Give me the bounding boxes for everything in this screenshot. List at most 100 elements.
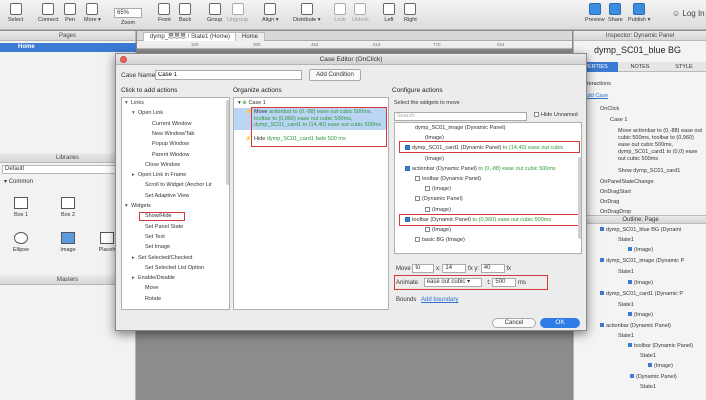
page-item-home[interactable]: Home xyxy=(0,43,136,52)
action-item[interactable]: Parent Window xyxy=(146,152,189,158)
y-fx-button[interactable]: fx xyxy=(506,266,511,272)
event-ondragstart[interactable]: OnDragStart xyxy=(600,189,631,195)
widget-ellipse[interactable]: Ellipse xyxy=(6,232,36,253)
move-y-input[interactable]: 40 xyxy=(480,264,505,273)
outline-item[interactable]: (Image) xyxy=(648,363,673,369)
event-onclick[interactable]: OnClick xyxy=(600,106,619,112)
action-item[interactable]: Move xyxy=(139,285,158,291)
widget-tree-item[interactable]: actionbar (Dynamic Panel) to (0,-88) eas… xyxy=(405,166,556,172)
action-item[interactable]: ▸ Enable/Disable xyxy=(132,275,175,281)
widget-box-1[interactable]: Box 1 xyxy=(6,197,36,218)
action-item[interactable]: ▾ Widgets xyxy=(125,203,151,209)
action-item[interactable]: ▸ Set Selected/Checked xyxy=(132,255,192,261)
action-item[interactable]: Close Window xyxy=(139,162,180,168)
back-button[interactable]: Back xyxy=(179,3,191,23)
widget-tree-item[interactable]: basic BG (Image) xyxy=(415,237,465,243)
outline-item[interactable]: dymp_SC01_card1 (Dynamic P xyxy=(600,291,683,297)
action-item[interactable]: New Window/Tab xyxy=(146,131,195,137)
inspector-widget-title[interactable]: dymp_SC01_blue BG xyxy=(594,45,681,55)
checkbox-icon[interactable] xyxy=(425,186,430,192)
group-button[interactable]: Group xyxy=(207,3,222,23)
close-icon[interactable] xyxy=(120,56,127,63)
hide-unnamed-checkbox[interactable]: Hide Unnamed xyxy=(534,112,578,118)
checkbox-icon[interactable] xyxy=(415,176,420,182)
tab-dymp-state1[interactable]: dymp_思思思 / State1 (Home) xyxy=(143,32,238,41)
checkbox-icon[interactable] xyxy=(425,227,430,233)
add-case-link[interactable]: Add Case xyxy=(584,93,608,99)
action-item[interactable]: Set Adaptive View xyxy=(139,193,189,199)
event-ondrag[interactable]: OnDrag xyxy=(600,199,619,205)
login-button[interactable]: ☺ Log In xyxy=(672,9,705,18)
right-button[interactable]: Right xyxy=(404,3,417,23)
move-x-input[interactable]: 14 xyxy=(442,264,467,273)
outline-item[interactable]: (Image) xyxy=(628,312,653,318)
ok-button[interactable]: OK xyxy=(540,318,580,328)
checkbox-icon[interactable] xyxy=(415,196,420,202)
widget-box-2[interactable]: Box 2 xyxy=(53,197,83,218)
widget-tree-item[interactable]: (Image) xyxy=(425,207,451,213)
checkbox-icon[interactable] xyxy=(405,165,410,171)
case-1-node[interactable]: ▾ ⊕ Case 1 xyxy=(238,100,266,106)
outline-item[interactable]: dymp_SC01_image (Dynamic P xyxy=(600,258,684,264)
widget-tree-item[interactable]: (Image) xyxy=(425,186,451,192)
widget-tree-item[interactable]: toolbar (Dynamic Panel) xyxy=(415,176,481,182)
outline-item[interactable]: (Image) xyxy=(628,247,653,253)
actions-scrollbar[interactable] xyxy=(226,100,229,185)
checkbox-icon[interactable] xyxy=(415,237,420,243)
action-item[interactable]: Set Image xyxy=(139,244,170,250)
x-fx-button[interactable]: fx xyxy=(468,266,473,272)
outline-item[interactable]: (Dynamic Panel) xyxy=(630,374,677,380)
widget-image[interactable]: Image xyxy=(53,232,83,253)
align-button[interactable]: Align ▾ xyxy=(262,3,279,23)
widget-tree-item[interactable]: dymp_SC01_image (Dynamic Panel) xyxy=(415,125,505,131)
action-item[interactable]: Set Text xyxy=(139,234,165,240)
preview-button[interactable]: Preview xyxy=(585,3,605,23)
outline-item[interactable]: dymp_SC01_blue BG (Dynami xyxy=(600,227,681,233)
distribute-button[interactable]: Distribute ▾ xyxy=(293,3,321,23)
tab-style[interactable]: STYLE xyxy=(662,62,706,72)
action-item[interactable]: ▾ Links xyxy=(125,100,144,106)
outline-item[interactable]: State1 xyxy=(640,384,656,390)
left-button[interactable]: Left xyxy=(383,3,395,23)
checkbox-icon[interactable] xyxy=(425,206,430,212)
library-group-common[interactable]: ▾ Common xyxy=(4,178,33,185)
add-boundary-link[interactable]: Add boundary xyxy=(421,297,458,303)
zoom-select[interactable]: 65% xyxy=(114,8,142,18)
select-tool[interactable]: Select xyxy=(8,3,23,23)
outline-item[interactable]: toolbar (Dynamic Panel) xyxy=(628,343,693,349)
outline-item[interactable]: State1 xyxy=(618,269,634,275)
ungroup-button[interactable]: Ungroup xyxy=(227,3,248,23)
action-item[interactable]: Scroll to Widget (Anchor Lir xyxy=(139,182,212,188)
add-condition-button[interactable]: Add Condition xyxy=(309,69,361,81)
event-onpanelstatechange[interactable]: OnPanelStateChange xyxy=(600,179,654,185)
action-item[interactable]: ▸ Open Link in Frame xyxy=(132,172,186,178)
widget-tree-item[interactable]: (Dynamic Panel) xyxy=(415,196,463,202)
unlock-button[interactable]: Unlock xyxy=(352,3,369,23)
tab-home[interactable]: Home xyxy=(235,32,266,41)
connect-tool[interactable]: Connect xyxy=(38,3,59,23)
outline-item[interactable]: State1 xyxy=(618,237,634,243)
outline-item[interactable]: State1 xyxy=(618,333,634,339)
front-button[interactable]: Front xyxy=(158,3,171,23)
action-item[interactable]: Set Panel State xyxy=(139,224,183,230)
event-case-1[interactable]: Case 1 xyxy=(610,117,627,123)
outline-item[interactable]: State1 xyxy=(640,353,656,359)
outline-item[interactable]: State1 xyxy=(618,302,634,308)
lock-button[interactable]: Lock xyxy=(334,3,346,23)
action-item[interactable]: Set Selected List Option xyxy=(139,265,204,271)
action-item[interactable]: Current Window xyxy=(146,121,191,127)
action-item[interactable]: ▾ Open Link xyxy=(132,110,163,116)
widget-tree-scrollbar[interactable] xyxy=(578,157,581,239)
publish-button[interactable]: Publish ▾ xyxy=(628,3,650,23)
widget-tree-item[interactable]: (Image) xyxy=(425,156,444,162)
share-button[interactable]: Share xyxy=(608,3,623,23)
cancel-button[interactable]: Cancel xyxy=(492,318,536,328)
move-mode-select[interactable]: to xyxy=(412,264,435,273)
pen-tool[interactable]: Pen xyxy=(64,3,76,23)
outline-item[interactable]: (Image) xyxy=(628,280,653,286)
outline-item[interactable]: actionbar (Dynamic Panel) xyxy=(600,323,671,329)
action-item[interactable]: Popup Window xyxy=(146,141,189,147)
more-tool[interactable]: More ▾ xyxy=(84,3,101,23)
action-item[interactable]: Rotate xyxy=(139,296,161,302)
widget-search-input[interactable]: Search xyxy=(394,112,527,121)
